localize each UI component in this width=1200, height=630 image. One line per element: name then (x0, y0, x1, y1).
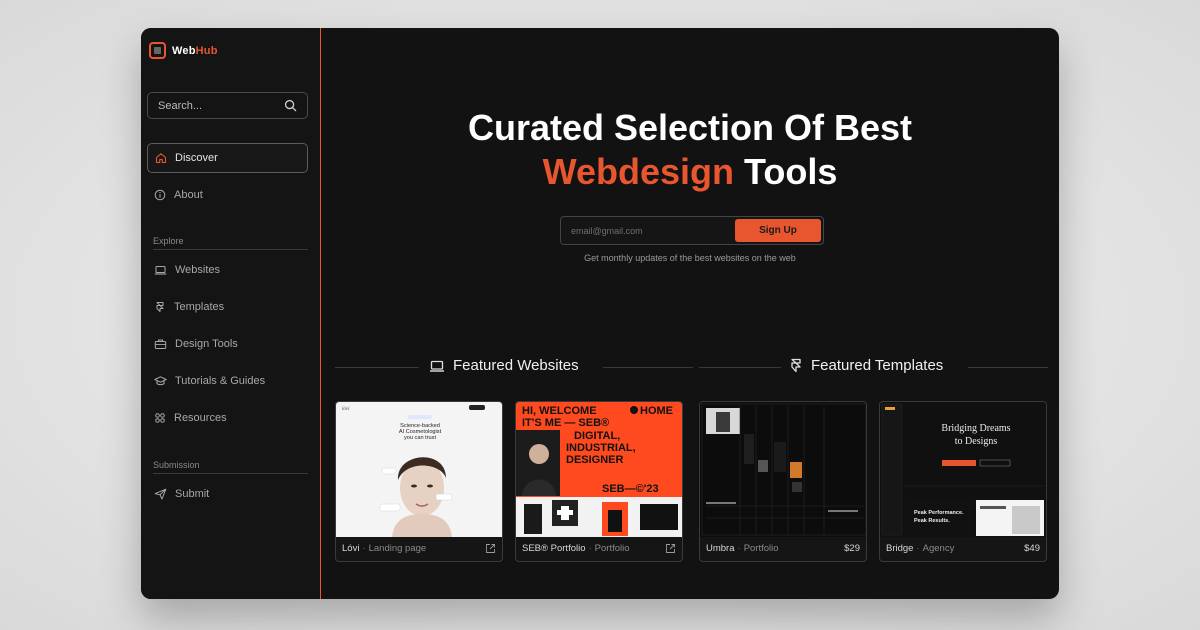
brand-logo-icon (149, 42, 166, 59)
search-box[interactable] (147, 92, 308, 119)
card-price: $29 (844, 543, 860, 554)
bridge-preview: Bridging Dreams to Designs Peak Performa… (881, 403, 1044, 536)
svg-text:DIGITAL,: DIGITAL, (574, 430, 620, 442)
card-thumbnail: lóvi Science-backed AI Cosmetologist you… (336, 402, 502, 537)
website-card-seb-portfolio[interactable]: HI, WELCOME HOME IT'S ME — SEB® DIGITAL,… (515, 401, 683, 562)
seb-preview: HI, WELCOME HOME IT'S ME — SEB® DIGITAL,… (516, 405, 682, 537)
signup-form: Sign Up (560, 216, 824, 245)
svg-text:you can trust: you can trust (404, 435, 436, 441)
umbra-preview (701, 403, 866, 536)
card-category: Portfolio (743, 543, 779, 554)
email-field[interactable] (571, 225, 735, 236)
sidebar-item-label: Discover (175, 152, 218, 164)
sign-up-button[interactable]: Sign Up (735, 219, 821, 242)
external-link-icon[interactable] (485, 543, 496, 554)
card-meta: Bridge · Agency $49 (886, 543, 1040, 554)
featured-websites-heading: Featured Websites (429, 357, 579, 374)
svg-text:IT'S ME — SEB®: IT'S ME — SEB® (522, 417, 609, 429)
template-card-bridge[interactable]: Bridging Dreams to Designs Peak Performa… (879, 401, 1047, 562)
laptop-icon (154, 266, 167, 275)
sidebar: WebHub Discover About Explore Websites T… (141, 28, 321, 599)
card-thumbnail: Bridging Dreams to Designs Peak Performa… (880, 402, 1046, 537)
search-icon[interactable] (284, 99, 297, 112)
section-label-submission: Submission (153, 460, 308, 474)
svg-text:Bridging Dreams: Bridging Dreams (941, 423, 1010, 434)
framer-icon (791, 358, 801, 373)
sidebar-item-label: Tutorials & Guides (175, 375, 266, 387)
card-category: Portfolio (594, 543, 630, 554)
card-name: Lóvi (342, 543, 360, 554)
card-category: Landing page (368, 543, 427, 554)
main-content: Curated Selection Of Best Webdesign Tool… (321, 28, 1059, 599)
info-icon (154, 189, 166, 201)
sidebar-item-about[interactable]: About (147, 180, 308, 210)
sidebar-item-label: Templates (174, 301, 225, 313)
graduation-cap-icon (154, 376, 167, 386)
sidebar-item-label: Websites (175, 264, 221, 276)
send-icon (154, 488, 167, 500)
sidebar-item-resources[interactable]: Resources (147, 403, 308, 433)
divider (699, 367, 781, 368)
svg-text:to Designs: to Designs (955, 436, 998, 447)
card-meta: Umbra · Portfolio $29 (706, 543, 860, 554)
svg-text:INDUSTRIAL,: INDUSTRIAL, (566, 442, 636, 454)
sidebar-item-tutorials[interactable]: Tutorials & Guides (147, 366, 308, 396)
svg-text:Peak Results.: Peak Results. (914, 518, 950, 524)
card-name: SEB® Portfolio (522, 543, 586, 554)
divider (968, 367, 1048, 368)
briefcase-icon (154, 339, 167, 349)
grid-icon (155, 413, 165, 423)
svg-text:Peak Performance.: Peak Performance. (914, 510, 964, 516)
divider (603, 367, 693, 368)
card-thumbnail: HI, WELCOME HOME IT'S ME — SEB® DIGITAL,… (516, 402, 682, 537)
external-link-icon[interactable] (665, 543, 676, 554)
card-meta: Lóvi · Landing page (342, 543, 496, 554)
sidebar-item-templates[interactable]: Templates (147, 292, 308, 322)
hero-subtitle: Get monthly updates of the best websites… (584, 253, 796, 263)
brand[interactable]: WebHub (149, 42, 218, 59)
featured-templates-heading: Featured Templates (789, 357, 943, 374)
card-name: Umbra (706, 543, 735, 554)
svg-text:HI, WELCOME: HI, WELCOME (522, 405, 597, 417)
framer-icon (156, 302, 164, 312)
laptop-icon (430, 360, 444, 372)
svg-text:SEB—©'23: SEB—©'23 (602, 483, 659, 495)
hero-title: Curated Selection Of Best Webdesign Tool… (467, 107, 913, 192)
sidebar-item-discover[interactable]: Discover (147, 143, 308, 173)
website-card-lovi[interactable]: lóvi Science-backed AI Cosmetologist you… (335, 401, 503, 562)
sidebar-item-design-tools[interactable]: Design Tools (147, 329, 308, 359)
sidebar-item-label: Submit (175, 488, 210, 500)
card-price: $49 (1024, 543, 1040, 554)
divider (335, 367, 419, 368)
home-icon (155, 153, 167, 164)
lovi-preview: lóvi Science-backed AI Cosmetologist you… (342, 405, 485, 537)
card-thumbnail (700, 402, 866, 537)
card-name: Bridge (886, 543, 914, 554)
svg-text:DESIGNER: DESIGNER (566, 454, 624, 466)
card-category: Agency (922, 543, 955, 554)
card-meta: SEB® Portfolio · Portfolio (522, 543, 676, 554)
sidebar-item-label: About (174, 189, 203, 201)
sidebar-item-websites[interactable]: Websites (147, 255, 308, 285)
brand-name: WebHub (172, 44, 218, 57)
hero-accent-word: Webdesign (542, 151, 735, 192)
sidebar-item-label: Design Tools (175, 338, 238, 350)
sidebar-item-label: Resources (174, 412, 227, 424)
template-card-umbra[interactable]: Umbra · Portfolio $29 (699, 401, 867, 562)
app-window: WebHub Discover About Explore Websites T… (141, 28, 1059, 599)
sidebar-item-submit[interactable]: Submit (147, 479, 308, 509)
svg-text:lóvi: lóvi (342, 407, 350, 412)
svg-text:HOME: HOME (640, 405, 673, 417)
section-label-explore: Explore (153, 236, 308, 250)
search-input[interactable] (158, 99, 268, 112)
